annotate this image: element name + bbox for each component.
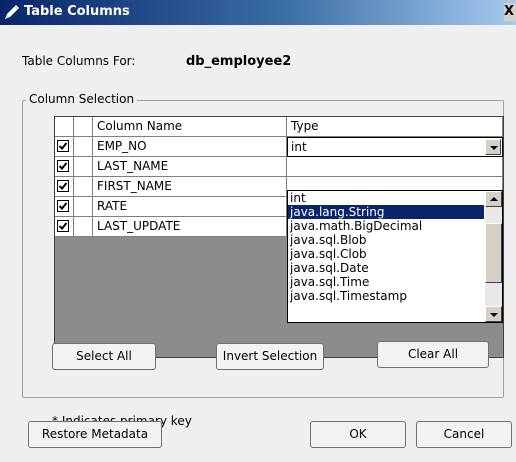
row-checkbox[interactable]: [57, 160, 69, 172]
type-option[interactable]: java.math.BigDecimal: [288, 219, 484, 233]
checkmark-icon: [58, 202, 68, 210]
clear-all-button[interactable]: Clear All: [377, 341, 489, 368]
header-cell-blank: [74, 117, 93, 137]
restore-metadata-button[interactable]: Restore Metadata: [28, 421, 162, 448]
row-checkbox-cell[interactable]: [55, 137, 74, 157]
row-marker-cell: [74, 157, 93, 177]
pencil-icon: [5, 5, 19, 19]
column-name-cell[interactable]: RATE: [93, 197, 287, 217]
table-name-value: db_employee2: [186, 54, 292, 69]
column-name-cell[interactable]: EMP_NO: [93, 137, 287, 157]
type-option[interactable]: java.sql.Date: [288, 261, 484, 275]
column-name-cell[interactable]: LAST_NAME: [93, 157, 287, 177]
type-option[interactable]: int: [288, 191, 484, 205]
row-checkbox[interactable]: [57, 140, 69, 152]
checkmark-icon: [58, 182, 68, 190]
ok-button[interactable]: OK: [310, 421, 406, 448]
chevron-down-icon: [490, 146, 498, 150]
title-bar: Table Columns X: [0, 0, 516, 25]
header-cell-blank: [55, 117, 74, 137]
column-name-cell[interactable]: FIRST_NAME: [93, 177, 287, 197]
column-name-cell[interactable]: LAST_UPDATE: [93, 217, 287, 237]
table-row[interactable]: LAST_NAME: [55, 157, 503, 177]
chevron-up-icon: [490, 197, 498, 201]
type-combobox[interactable]: int: [287, 137, 503, 157]
row-checkbox-cell[interactable]: [55, 177, 74, 197]
window-title: Table Columns: [24, 4, 130, 19]
row-marker-cell: [74, 217, 93, 237]
row-checkbox-cell[interactable]: [55, 197, 74, 217]
type-option[interactable]: java.sql.Timestamp: [288, 289, 484, 303]
type-option[interactable]: java.sql.Clob: [288, 247, 484, 261]
table-columns-for-label: Table Columns For:: [22, 54, 136, 68]
close-button[interactable]: X: [504, 3, 516, 21]
type-cell[interactable]: [287, 157, 503, 177]
header-column-name[interactable]: Column Name: [93, 117, 287, 137]
scroll-down-button[interactable]: [485, 306, 502, 322]
checkmark-icon: [58, 142, 68, 150]
row-marker-cell: [74, 197, 93, 217]
type-option-selected[interactable]: java.lang.String: [288, 205, 484, 219]
type-option[interactable]: java.sql.Time: [288, 275, 484, 289]
table-header-row: Column Name Type: [55, 117, 503, 137]
invert-selection-button[interactable]: Invert Selection: [216, 343, 324, 370]
type-options: int java.lang.String java.math.BigDecima…: [288, 191, 484, 303]
type-dropdown-list[interactable]: int java.lang.String java.math.BigDecima…: [287, 190, 503, 323]
select-all-button[interactable]: Select All: [52, 343, 156, 370]
header-type[interactable]: Type: [287, 117, 503, 137]
scroll-up-button[interactable]: [485, 191, 502, 207]
type-dropdown-button[interactable]: [485, 139, 501, 155]
scroll-thumb[interactable]: [485, 223, 502, 283]
type-combobox-value: int: [291, 140, 307, 154]
dropdown-scrollbar[interactable]: [485, 191, 502, 322]
row-checkbox[interactable]: [57, 180, 69, 192]
row-checkbox[interactable]: [57, 200, 69, 212]
row-checkbox-cell[interactable]: [55, 217, 74, 237]
row-marker-cell: [74, 137, 93, 157]
type-option[interactable]: java.sql.Blob: [288, 233, 484, 247]
row-checkbox-cell[interactable]: [55, 157, 74, 177]
column-selection-legend: Column Selection: [26, 92, 138, 106]
checkmark-icon: [58, 222, 68, 230]
checkmark-icon: [58, 162, 68, 170]
row-marker-cell: [74, 177, 93, 197]
dialog-body: Table Columns For: db_employee2 Column S…: [0, 25, 516, 462]
row-checkbox[interactable]: [57, 220, 69, 232]
cancel-button[interactable]: Cancel: [416, 421, 512, 448]
chevron-down-icon: [490, 313, 498, 317]
